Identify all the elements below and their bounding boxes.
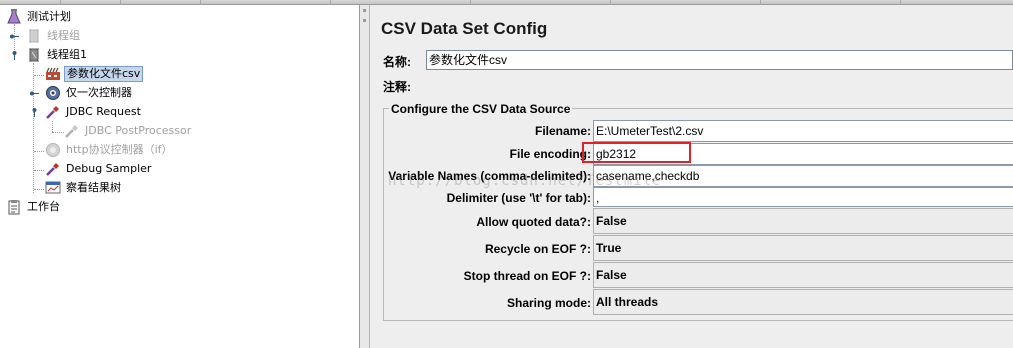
allow-quoted-select[interactable]: False [593, 208, 1013, 234]
recycle-eof-select[interactable]: True [593, 235, 1013, 261]
comment-input[interactable] [426, 75, 1013, 95]
comment-label: 注释: [383, 80, 411, 94]
workbench-icon [6, 199, 22, 215]
expand-handle-icon[interactable] [30, 108, 39, 117]
sampler-pipette-icon [45, 161, 61, 177]
tree-connector [52, 132, 64, 133]
tree-node-thread-group[interactable]: 线程组 [26, 27, 82, 45]
tree-node-label: JDBC Request [66, 105, 141, 118]
tree-node-label: 参数化文件csv [64, 66, 144, 82]
tree-node-once-only-controller[interactable]: 仅一次控制器 [45, 84, 134, 102]
tree-connector [52, 121, 53, 132]
thread-group-icon [26, 28, 42, 44]
tree-connector [34, 75, 44, 76]
tree-node-label: 线程组 [47, 29, 80, 42]
page-title: CSV Data Set Config [381, 19, 548, 38]
tree-node-http-if-controller[interactable]: http协议控制器（if） [45, 141, 175, 159]
group-title: Configure the CSV Data Source [389, 102, 573, 116]
csv-config-icon [45, 66, 61, 82]
tree-node-label: JDBC PostProcessor [85, 124, 192, 137]
sharing-mode-label: Sharing mode: [506, 296, 591, 310]
recycle-eof-label: Recycle on EOF ?: [484, 242, 591, 256]
tree-node-label: 线程组1 [47, 48, 87, 61]
tree-node-thread-group-1[interactable]: 线程组1 [26, 46, 89, 64]
postprocessor-icon [64, 123, 80, 139]
filename-label: Filename: [534, 124, 591, 138]
tree-node-debug-sampler[interactable]: Debug Sampler [45, 160, 153, 178]
thread-group-icon [26, 47, 42, 63]
splitter-grip [363, 19, 366, 22]
tree-connector [34, 151, 44, 152]
sampler-pipette-icon [45, 104, 61, 120]
tree-node-jdbc-postprocessor[interactable]: JDBC PostProcessor [64, 122, 193, 140]
stop-thread-label: Stop thread on EOF ?: [463, 269, 591, 283]
tree-node-workbench[interactable]: 工作台 [6, 198, 62, 216]
tree-node-label: 察看结果树 [66, 181, 121, 194]
test-plan-icon [6, 9, 22, 25]
controller-icon [45, 142, 61, 158]
expand-handle-icon[interactable] [30, 89, 39, 98]
tree-node-jdbc-request[interactable]: JDBC Request [45, 103, 143, 121]
expand-handle-icon[interactable] [10, 51, 19, 60]
tree-connector [33, 63, 34, 193]
tree-connector [34, 189, 44, 190]
test-plan-tree[interactable]: 测试计划 线程组 线程组1 参数化文件csv 仅一次控制器 JDBC Reque… [0, 5, 360, 348]
file-encoding-label: File encoding: [509, 147, 591, 161]
name-input[interactable]: 参数化文件csv [426, 50, 1013, 70]
tree-node-test-plan[interactable]: 测试计划 [6, 8, 73, 26]
allow-quoted-label: Allow quoted data?: [476, 215, 591, 229]
delimiter-label: Delimiter (use '\t' for tab): [446, 191, 591, 205]
variable-names-label: Variable Names (comma-delimited): [388, 169, 591, 183]
filename-input[interactable]: E:\UmeterTest\2.csv [593, 120, 1013, 142]
tree-node-label: Debug Sampler [66, 162, 152, 175]
expand-handle-icon[interactable] [10, 32, 19, 41]
tree-node-csv-config[interactable]: 参数化文件csv [45, 65, 144, 83]
tree-node-label: 工作台 [27, 200, 60, 213]
tree-node-view-results-tree[interactable]: 察看结果树 [45, 179, 123, 197]
panel-splitter[interactable] [360, 5, 370, 348]
name-label: 名称: [383, 55, 411, 69]
tree-connector [34, 170, 44, 171]
splitter-grip [363, 9, 366, 12]
controller-icon [45, 85, 61, 101]
tree-node-label: 仅一次控制器 [66, 86, 132, 99]
tree-node-label: http协议控制器（if） [66, 143, 173, 156]
listener-icon [45, 180, 61, 196]
stop-thread-select[interactable]: False [593, 262, 1013, 288]
encoding-highlight-box [582, 142, 691, 163]
sharing-mode-select[interactable]: All threads [593, 289, 1013, 315]
csv-config-panel: CSV Data Set Config 名称: 参数化文件csv 注释: Con… [371, 5, 1013, 348]
tree-node-label: 测试计划 [27, 10, 71, 23]
delimiter-input[interactable]: , [593, 187, 1013, 207]
variable-names-input[interactable]: casename,checkdb [593, 165, 1013, 187]
